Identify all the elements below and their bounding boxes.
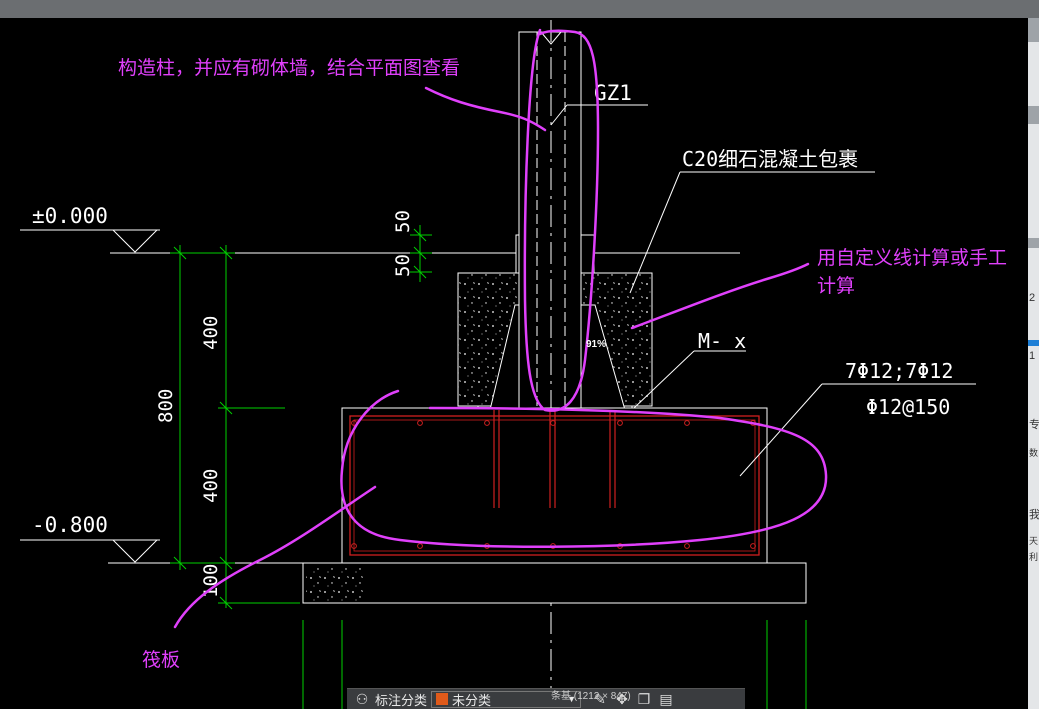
elevation-bottom-label: -0.800 [32,513,108,537]
annotation-column-note: 构造柱，并应有砌体墙，结合平面图查看 [118,57,460,79]
category-dropdown-value: 未分类 [452,692,492,708]
cad-drawing: ±0.000 -0.800 800 400 400 100 50 50 GZ1 … [20,20,1007,709]
category-grid-icon[interactable]: ⚇ [353,691,371,707]
right-side-panel: 2 1 专 数 我 天 利 [1028,18,1039,709]
svg-text:M- x: M- x [698,329,746,353]
copy-icon[interactable]: ❐ [635,691,653,707]
svg-text:GZ1: GZ1 [594,81,632,105]
annotation-calc-note-line2: 计算 [817,275,855,297]
dim-800: 800 [155,389,177,423]
annotation-toolbar: ⚇ 标注分类 未分类 ▼ ✎ ✥ ❐ ▤ [347,688,745,709]
zoom-badge: 91% [586,339,607,350]
elevation-marker-top: ±0.000 [20,204,740,254]
paste-icon[interactable]: ▤ [657,691,675,707]
dim-400-upper: 400 [200,316,222,350]
dim-50-upper: 50 [392,210,414,233]
elevation-top-label: ±0.000 [32,204,108,228]
image-caption: 条基 (1212 × 847) [551,691,631,702]
annotation-calc-note-line1: 用自定义线计算或手工 [817,247,1007,269]
blinding-layer [302,562,807,604]
annotation-raft-note: 筏板 [142,649,180,671]
annotation-category-label: 标注分类 [375,692,428,708]
rebar-bottom-label: Φ12@150 [866,395,950,419]
dim-400-lower: 400 [200,469,222,503]
svg-text:C20细石混凝土包裹: C20细石混凝土包裹 [682,147,858,171]
dim-50-lower: 50 [392,254,414,277]
label-rebar: 7Φ12;7Φ12 Φ12@150 [739,359,976,477]
dim-100: 100 [200,564,222,598]
label-concrete-note: C20细石混凝土包裹 [629,147,875,294]
category-color-swatch [436,693,449,705]
elevation-marker-bottom: -0.800 [20,513,305,564]
rebar-top-label: 7Φ12;7Φ12 [845,359,953,383]
